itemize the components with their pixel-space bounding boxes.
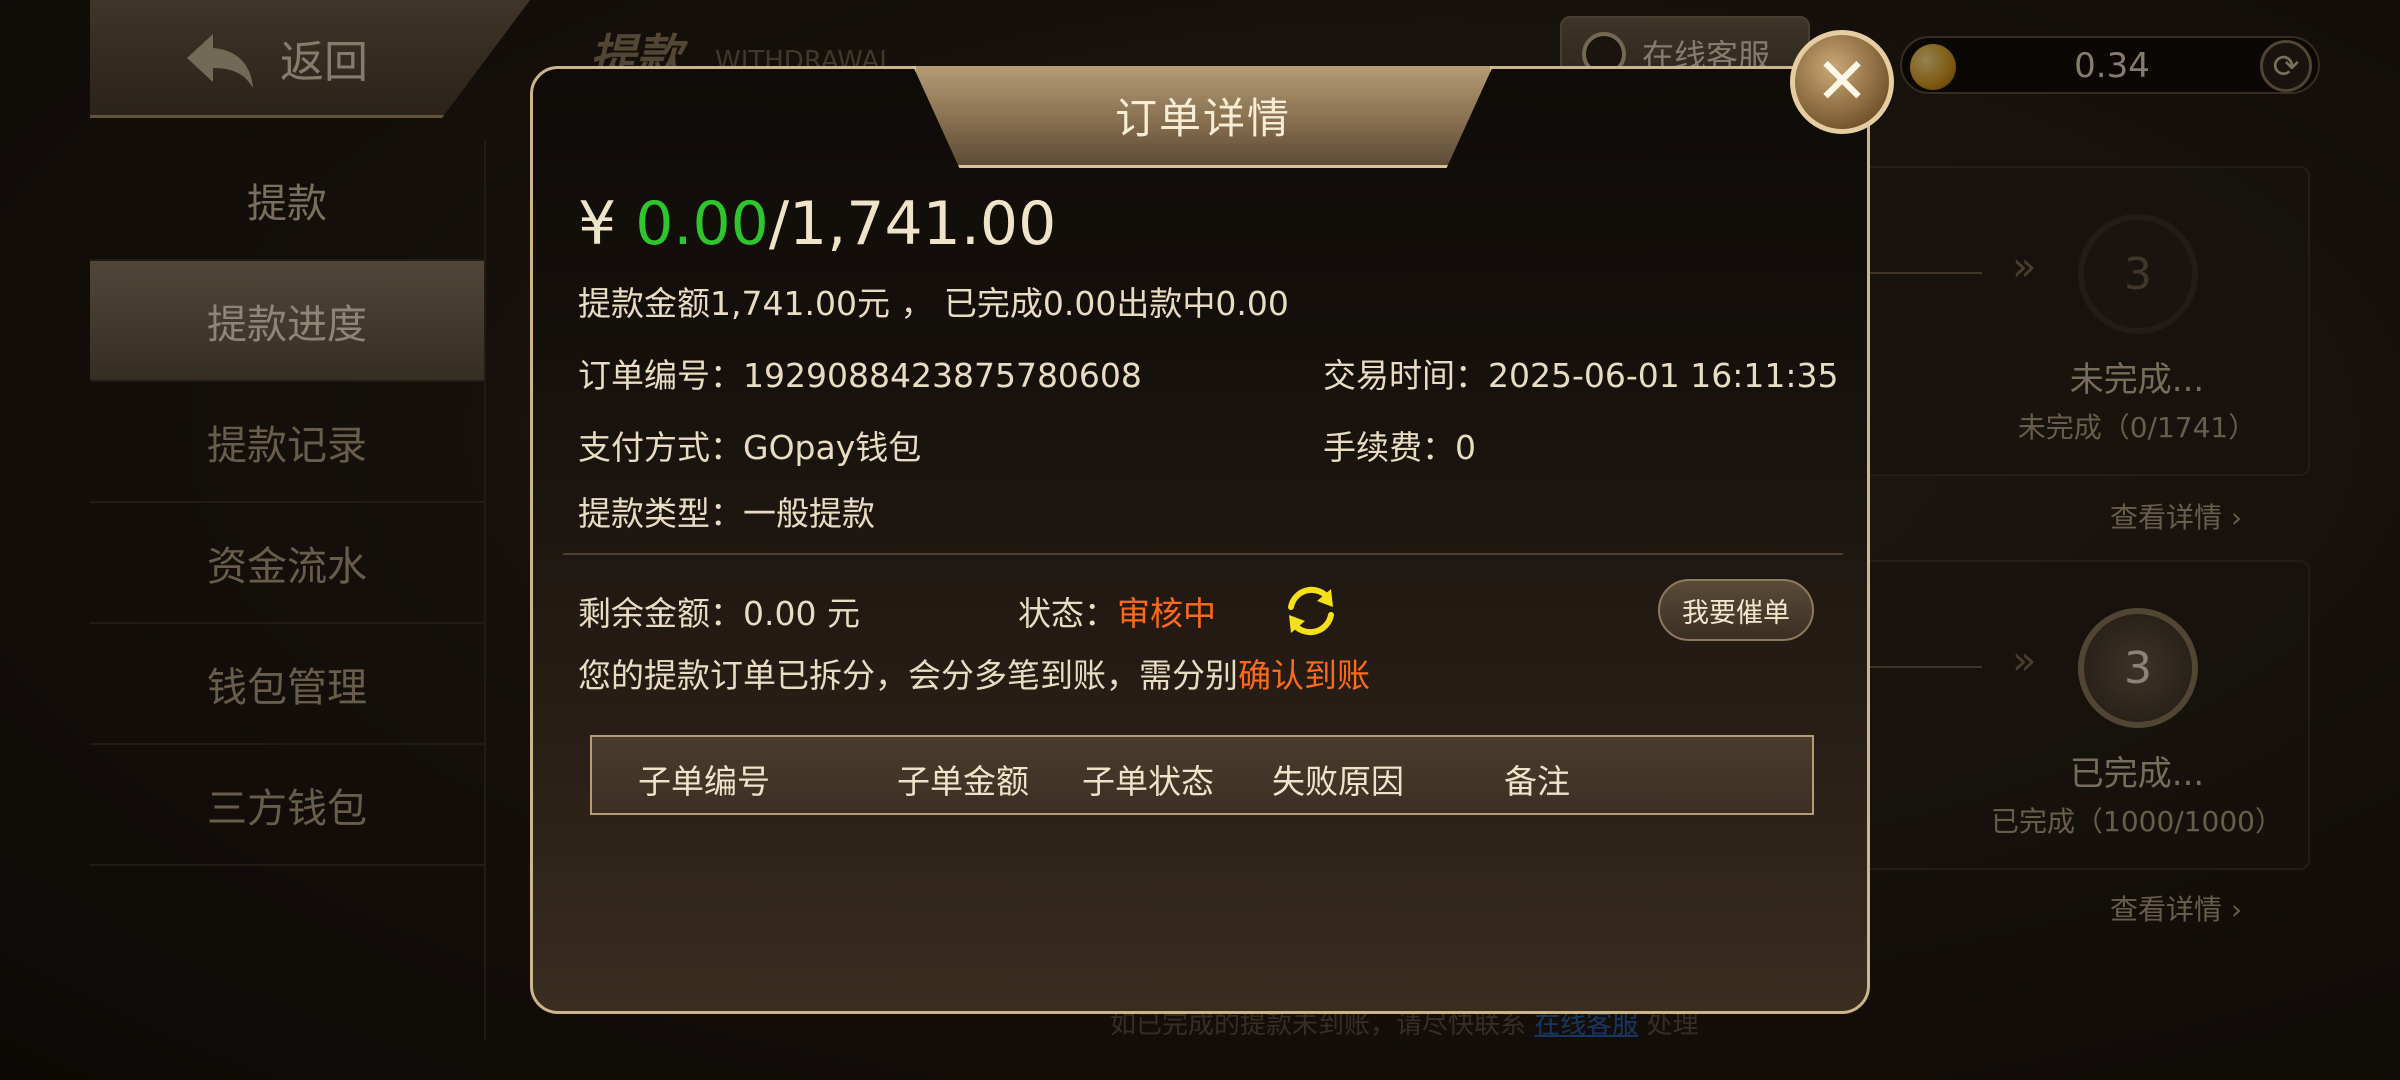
status-row: 状态：审核中 — [1018, 587, 1216, 635]
fee-value: 0 — [1455, 428, 1476, 467]
confirm-receipt-link[interactable]: 确认到账 — [1238, 656, 1370, 695]
payment-method-label: 支付方式： — [578, 428, 743, 467]
column-header-sub-order-no: 子单编号 — [638, 762, 770, 801]
trade-time-label: 交易时间： — [1323, 356, 1488, 395]
completed-amount: 0.00 — [635, 189, 769, 259]
withdraw-type-value: 一般提款 — [743, 494, 875, 533]
split-note: 您的提款订单已拆分，会分多笔到账，需分别确认到账 — [578, 649, 1370, 697]
status-value: 审核中 — [1117, 594, 1216, 633]
payment-method-row: 支付方式：GOpay钱包 — [578, 421, 921, 469]
payment-method-value: GOpay钱包 — [743, 428, 922, 467]
column-header-sub-order-amount: 子单金额 — [897, 762, 1029, 801]
divider — [563, 553, 1843, 555]
trade-time-value: 2025-06-01 16:11:35 — [1488, 356, 1839, 395]
remaining-amount-label: 剩余金额： — [578, 594, 743, 633]
total-amount: /1,741.00 — [768, 189, 1057, 259]
refresh-status-icon[interactable] — [1281, 581, 1341, 641]
dialog-title: 订单详情 — [1114, 94, 1291, 143]
remaining-amount-value: 0.00 元 — [743, 594, 860, 633]
fee-label: 手续费： — [1323, 428, 1455, 467]
column-header-sub-order-status: 子单状态 — [1082, 762, 1214, 801]
order-number-value: 1929088423875780608 — [743, 356, 1142, 395]
trade-time-row: 交易时间：2025-06-01 16:11:35 — [1323, 349, 1838, 397]
remaining-amount-row: 剩余金额：0.00 元 — [578, 587, 860, 635]
withdraw-type-label: 提款类型： — [578, 494, 743, 533]
dialog-title-tab: 订单详情 — [913, 66, 1493, 168]
urge-order-button[interactable]: 我要催单 — [1658, 579, 1814, 641]
close-dialog-button[interactable]: ✕ — [1790, 30, 1894, 134]
column-header-remarks: 备注 — [1504, 762, 1570, 801]
amount-summary: ¥ 0.00/1,741.00 — [578, 189, 1056, 259]
withdraw-summary: 提款金额1,741.00元 ， 已完成0.00出款中0.00 — [578, 284, 1289, 323]
status-label: 状态： — [1018, 594, 1117, 633]
order-number-row: 订单编号：1929088423875780608 — [578, 349, 1142, 397]
split-note-text: 您的提款订单已拆分，会分多笔到账，需分别 — [578, 656, 1238, 695]
order-details-dialog: 订单详情 ¥ 0.00/1,741.00 提款金额1,741.00元 ， 已完成… — [530, 66, 1870, 1014]
currency-symbol: ¥ — [578, 189, 636, 259]
column-header-failure-reason: 失败原因 — [1272, 762, 1404, 801]
close-icon: ✕ — [1815, 45, 1869, 119]
fee-row: 手续费：0 — [1323, 421, 1476, 469]
withdraw-type-row: 提款类型：一般提款 — [578, 487, 875, 535]
sub-order-table-header: 子单编号 子单金额 子单状态 失败原因 备注 — [590, 735, 1814, 815]
order-number-label: 订单编号： — [578, 356, 743, 395]
